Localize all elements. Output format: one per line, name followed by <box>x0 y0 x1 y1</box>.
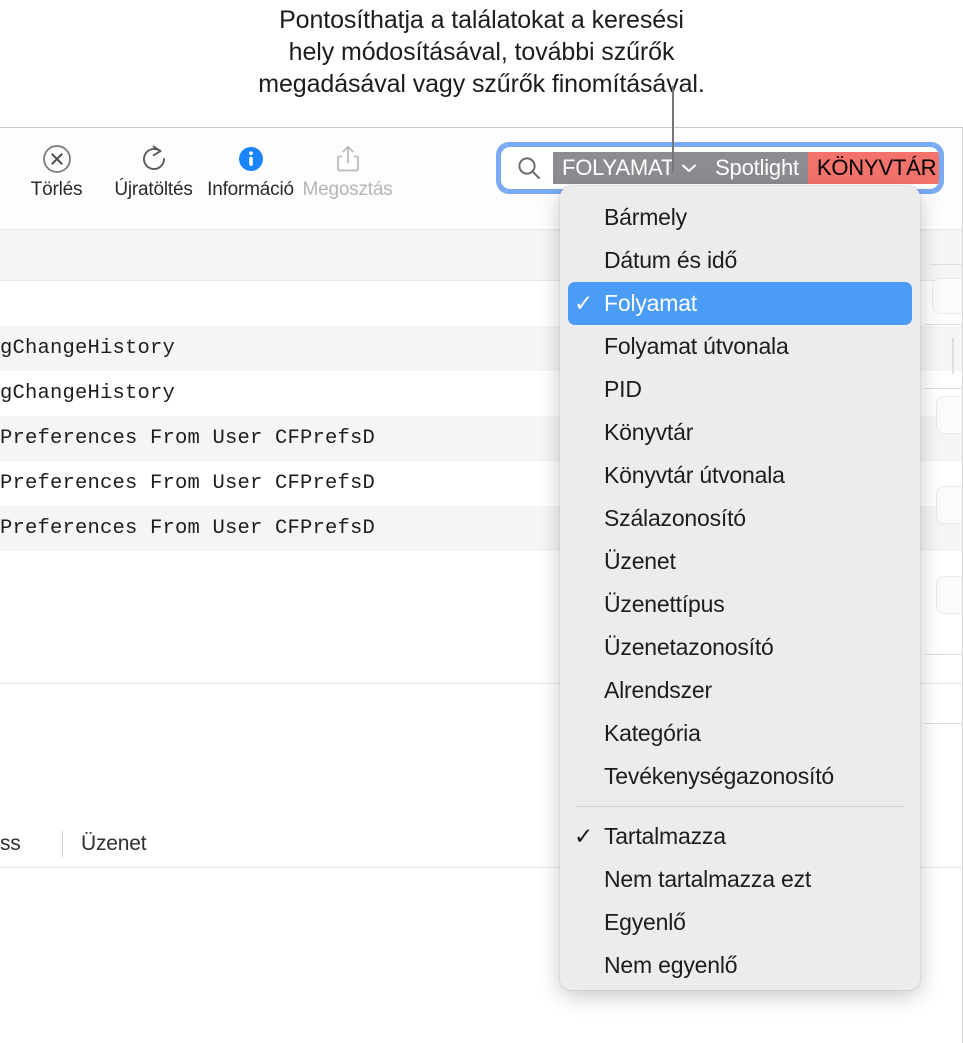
menu-item-label: Üzenet <box>604 548 676 574</box>
menu-item-pid[interactable]: PID <box>560 368 920 411</box>
column-header-process[interactable]: ss <box>0 832 62 856</box>
callout-line-3: megadásával vagy szűrők finomításával. <box>258 70 705 98</box>
reload-arrow-icon <box>138 142 170 176</box>
menu-item-uzenettipus[interactable]: Üzenettípus <box>560 583 920 626</box>
menu-item-uzenetazonosito[interactable]: Üzenetazonosító <box>560 626 920 669</box>
ghost-rule-right <box>925 324 963 325</box>
toolbar-label-info: Információ <box>207 179 294 200</box>
log-row-message: gChangeHistory <box>0 337 176 360</box>
menu-item-label: Egyenlő <box>604 909 686 935</box>
menu-item-label: Könyvtár útvonala <box>604 462 785 488</box>
toolbar-label-reload: Újratöltés <box>114 179 193 200</box>
menu-item-barmely[interactable]: Bármely <box>560 196 920 239</box>
menu-item-nem-tartalmazza-ezt[interactable]: Nem tartalmazza ezt <box>560 858 920 901</box>
ghost-chip-right <box>932 278 963 314</box>
menu-item-label: Bármely <box>604 204 687 230</box>
log-row-message: Preferences From User CFPrefsD <box>0 427 376 450</box>
menu-item-label: Tartalmazza <box>604 823 726 849</box>
share-upload-icon <box>332 142 364 176</box>
menu-item-label: Alrendszer <box>604 677 712 703</box>
menu-item-label: Nem tartalmazza ezt <box>604 866 812 892</box>
ghost-chip-right <box>936 396 963 434</box>
menu-item-label: Könyvtár <box>604 419 694 445</box>
menu-item-label: Üzenettípus <box>604 591 725 617</box>
menu-item-label: Kategória <box>604 720 701 746</box>
ghost-rule-right <box>925 723 963 724</box>
menu-item-uzenet[interactable]: Üzenet <box>560 540 920 583</box>
search-field[interactable]: FOLYAMAT Spotlight KÖNYVTÁR <box>501 147 939 189</box>
ghost-rule-right <box>925 388 963 389</box>
ghost-rule-right <box>925 654 963 655</box>
chevron-down-icon <box>681 163 697 173</box>
search-magnifier-icon <box>515 154 543 182</box>
menu-item-kategoria[interactable]: Kategória <box>560 712 920 755</box>
toolbar-button-share[interactable]: Megosztás <box>299 128 396 201</box>
info-circle-icon <box>235 142 267 176</box>
toolbar-button-info[interactable]: Információ <box>202 128 299 201</box>
ghost-chip-right <box>936 576 963 614</box>
menu-item-folyamat-utvonala[interactable]: Folyamat útvonala <box>560 325 920 368</box>
menu-separator <box>576 806 904 807</box>
search-token-spotlight-label: Spotlight <box>715 155 799 180</box>
log-row-message: Preferences From User CFPrefsD <box>0 517 376 540</box>
callout-leader-line <box>672 86 674 172</box>
menu-item-label: Szálazonosító <box>604 505 746 531</box>
menu-item-label: Tevékenységazonosító <box>604 763 834 789</box>
toolbar-button-clear[interactable]: Törlés <box>8 128 105 201</box>
menu-item-szalazonosito[interactable]: Szálazonosító <box>560 497 920 540</box>
search-token-library[interactable]: KÖNYVTÁR <box>807 152 939 184</box>
toolbar-label-clear: Törlés <box>30 179 83 200</box>
menu-item-alrendszer[interactable]: Alrendszer <box>560 669 920 712</box>
toolbar-label-share: Megosztás <box>302 179 393 200</box>
search-token-field-label: FOLYAMAT <box>562 155 675 180</box>
callout-line-1: Pontosíthatja a találatokat a keresési <box>279 6 684 34</box>
column-header-message[interactable]: Üzenet <box>63 832 147 856</box>
menu-item-datum-es-ido[interactable]: Dátum és idő <box>560 239 920 282</box>
menu-item-tevekenysegazonosito[interactable]: Tevékenységazonosító <box>560 755 920 798</box>
menu-item-nem-egyenlo[interactable]: Nem egyenlő <box>560 944 920 987</box>
toolbar-button-reload[interactable]: Újratöltés <box>105 128 202 201</box>
ghost-divider-right <box>952 338 954 374</box>
menu-item-label: Folyamat <box>604 290 697 316</box>
search-token-spotlight[interactable]: Spotlight <box>706 152 808 184</box>
ghost-rule-right <box>930 264 963 265</box>
checkmark-icon: ✓ <box>574 823 594 849</box>
menu-item-tartalmazza[interactable]: ✓ Tartalmazza <box>560 815 920 858</box>
ghost-chip-right <box>936 486 963 524</box>
menu-item-label: Üzenetazonosító <box>604 634 774 660</box>
menu-item-konyvtar[interactable]: Könyvtár <box>560 411 920 454</box>
log-row-message: Preferences From User CFPrefsD <box>0 472 376 495</box>
callout-line-2: hely módosításával, további szűrők <box>288 38 675 66</box>
menu-item-label: Dátum és idő <box>604 247 738 273</box>
log-row-message: gChangeHistory <box>0 382 176 405</box>
menu-item-egyenlo[interactable]: Egyenlő <box>560 901 920 944</box>
menu-item-folyamat[interactable]: ✓ Folyamat <box>568 282 912 325</box>
search-field-dropdown-menu[interactable]: Bármely Dátum és idő ✓ Folyamat Folyamat … <box>560 186 920 990</box>
menu-item-label: PID <box>604 376 642 402</box>
callout-annotation: Pontosíthatja a találatokat a keresési h… <box>0 0 963 118</box>
checkmark-icon: ✓ <box>574 290 594 316</box>
menu-item-label: Folyamat útvonala <box>604 333 789 359</box>
clear-circle-x-icon <box>41 142 73 176</box>
search-token-library-label: KÖNYVTÁR <box>816 155 937 180</box>
search-token-field-selector[interactable]: FOLYAMAT <box>553 152 707 184</box>
menu-item-konyvtar-utvonala[interactable]: Könyvtár útvonala <box>560 454 920 497</box>
menu-item-label: Nem egyenlő <box>604 952 738 978</box>
